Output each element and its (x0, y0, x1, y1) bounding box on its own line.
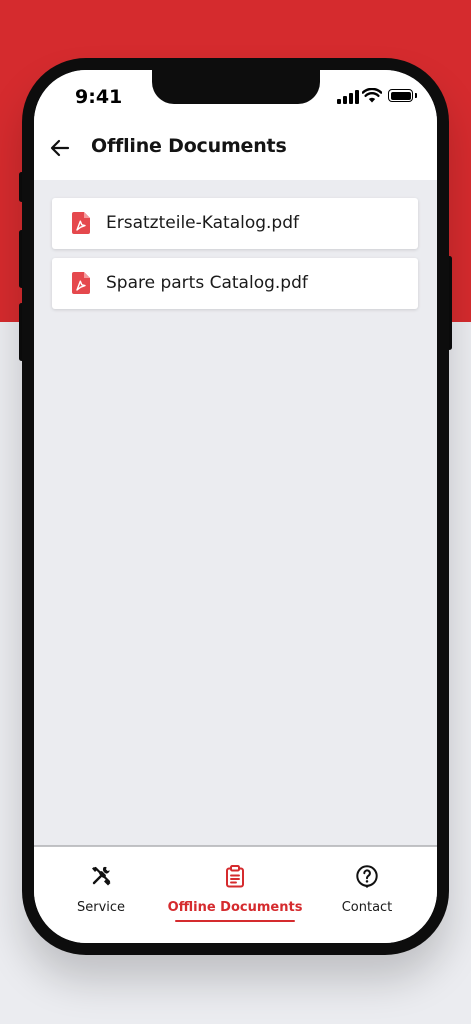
phone-screen: 9:41 Offline Documents Ersatzteile-Katal… (34, 70, 437, 943)
help-bubble-icon (356, 865, 378, 888)
tools-icon (92, 866, 111, 886)
document-name: Spare parts Catalog.pdf (106, 273, 308, 293)
documents-list: Ersatzteile-Katalog.pdf Spare parts Cata… (34, 180, 437, 845)
tab-contact[interactable]: Contact (322, 847, 412, 937)
active-tab-indicator (175, 920, 295, 922)
camera-notch (152, 70, 320, 104)
status-bar: 9:41 (34, 70, 437, 130)
tab-offline-documents[interactable]: Offline Documents (165, 847, 305, 937)
tab-label: Offline Documents (167, 900, 303, 915)
status-time: 9:41 (75, 86, 123, 108)
pdf-file-icon (72, 212, 90, 234)
document-name: Ersatzteile-Katalog.pdf (106, 213, 299, 233)
document-item[interactable]: Ersatzteile-Katalog.pdf (52, 198, 418, 249)
back-arrow-icon[interactable] (48, 136, 72, 160)
wifi-icon (362, 88, 382, 103)
battery-level (390, 91, 411, 100)
page-title: Offline Documents (91, 135, 287, 157)
tab-label: Contact (341, 900, 393, 915)
pdf-file-icon (72, 272, 90, 294)
tab-service[interactable]: Service (56, 847, 146, 937)
bottom-tab-bar: Service Offline Documents Contact (34, 847, 437, 943)
tab-label: Service (76, 900, 126, 915)
document-item[interactable]: Spare parts Catalog.pdf (52, 258, 418, 309)
battery-icon (388, 89, 413, 102)
battery-cap (415, 93, 417, 98)
phone-frame: 9:41 Offline Documents Ersatzteile-Katal… (22, 58, 449, 955)
clipboard-list-icon (226, 865, 244, 888)
cellular-signal-icon (337, 90, 359, 104)
